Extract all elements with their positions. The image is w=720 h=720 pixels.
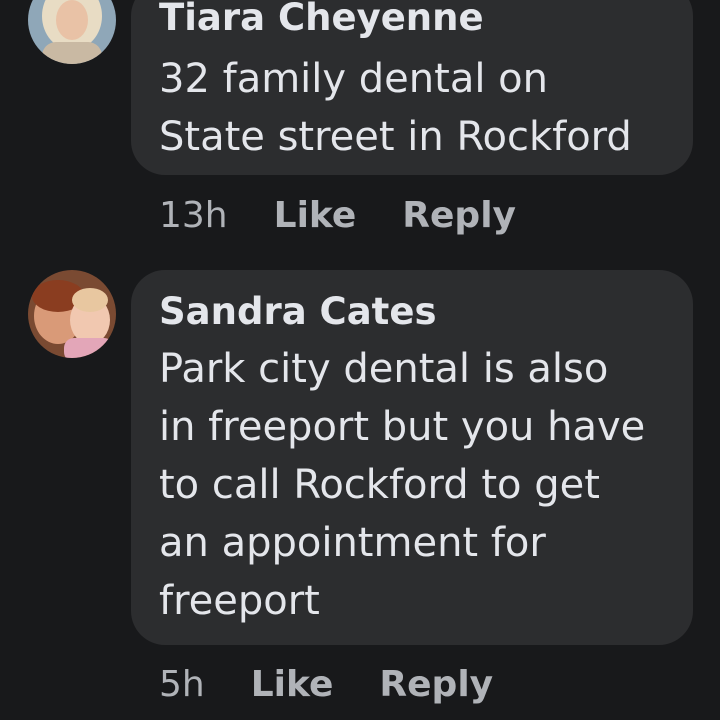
comment-text: 32 family dental on State street in Rock… [159,56,632,160]
comment-bubble: Sandra Cates Park city dental is also in… [131,270,693,645]
like-button[interactable]: Like [274,194,357,238]
like-button[interactable]: Like [251,663,334,707]
reply-button[interactable]: Reply [402,194,516,238]
comment-actions: 5h Like Reply [159,663,493,707]
avatar[interactable] [28,270,116,358]
comment-author[interactable]: Tiara Cheyenne [159,0,673,40]
comment-timestamp[interactable]: 13h [159,194,228,238]
avatar[interactable] [28,0,116,64]
reply-button[interactable]: Reply [379,663,493,707]
profile-photo-icon [28,0,116,64]
comment-actions: 13h Like Reply [159,194,516,238]
comment-author[interactable]: Sandra Cates [159,290,673,334]
comment-bubble: Tiara Cheyenne 32 family dental on State… [131,0,693,175]
comment-text: Park city dental is also in freeport but… [159,346,646,624]
comment-timestamp[interactable]: 5h [159,663,205,707]
profile-photo-icon [28,270,116,358]
